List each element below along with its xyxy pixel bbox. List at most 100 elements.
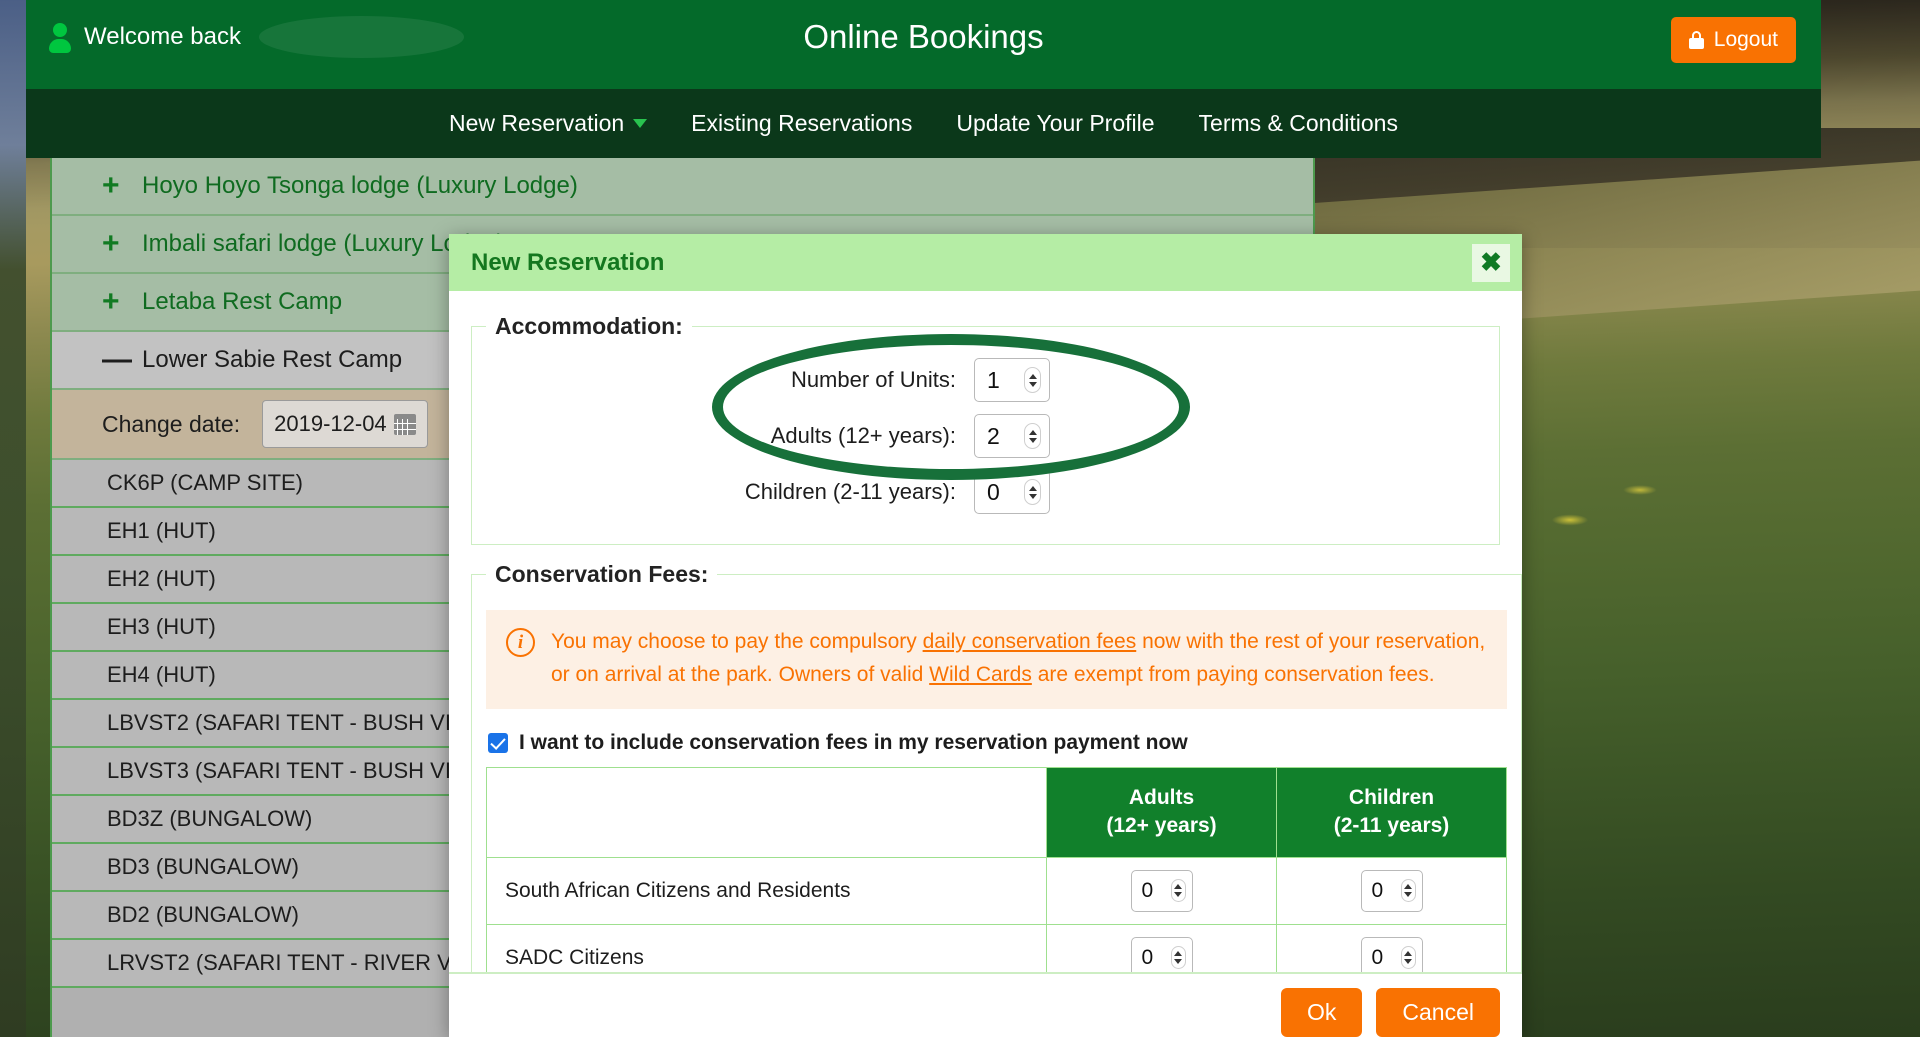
date-value: 2019-12-04 <box>274 411 387 436</box>
cancel-button[interactable]: Cancel <box>1376 988 1500 1037</box>
top-bar: Welcome back Online Bookings Logout <box>26 0 1821 89</box>
collapse-icon: — <box>102 343 132 376</box>
date-input[interactable]: 2019-12-04 <box>262 400 429 448</box>
nav-item-update-your-profile[interactable]: Update Your Profile <box>934 110 1176 137</box>
accordion-item-hoyo-hoyo[interactable]: + Hoyo Hoyo Tsonga lodge (Luxury Lodge) <box>52 158 1313 216</box>
column-header-children: Children (2-11 years) <box>1276 767 1507 858</box>
row-label: SADC Citizens <box>486 923 1047 972</box>
table-header-row: Adults (12+ years) Children (2-11 years) <box>486 767 1507 858</box>
unit-label: LBVST3 (SAFARI TENT - BUSH VIEW) <box>107 758 494 783</box>
input-value: 0 <box>987 478 1000 505</box>
header-line1: Children <box>1348 786 1435 810</box>
accommodation-group: Accommodation: Number of Units: 1 Adults… <box>471 313 1500 545</box>
row-children-cell: 0 <box>1276 856 1507 925</box>
include-fees-checkbox[interactable] <box>488 733 508 754</box>
field-children: Children (2-11 years): 0 <box>486 470 1485 514</box>
main-nav: New Reservation Existing Reservations Up… <box>26 89 1821 158</box>
stepper-icon[interactable] <box>1400 946 1416 970</box>
row-adults-cell: 0 <box>1046 856 1277 925</box>
unit-label: EH4 (HUT) <box>107 662 216 687</box>
unit-label: BD2 (BUNGALOW) <box>107 902 299 927</box>
conservation-info-alert: i You may choose to pay the compulsory d… <box>486 610 1507 710</box>
header-line1: Adults <box>1128 786 1195 810</box>
input-value: 2 <box>987 422 1000 449</box>
row-label: South African Citizens and Residents <box>486 856 1047 925</box>
stepper-icon[interactable] <box>1170 879 1186 903</box>
nav-label: Existing Reservations <box>691 110 913 136</box>
unit-label: LRVST2 (SAFARI TENT - RIVER VIEW) <box>107 950 501 975</box>
column-header-adults: Adults (12+ years) <box>1046 767 1277 858</box>
page-content: Welcome back Online Bookings Logout New … <box>26 0 1821 1037</box>
daily-conservation-fees-link[interactable]: daily conservation fees <box>923 630 1137 653</box>
alert-text: You may choose to pay the compulsory dai… <box>551 626 1487 691</box>
field-adults: Adults (12+ years): 2 <box>486 414 1485 458</box>
logout-label: Logout <box>1713 28 1778 51</box>
modal-title: New Reservation <box>471 248 665 276</box>
stepper-icon[interactable] <box>1024 423 1041 449</box>
header-line2: (12+ years) <box>1106 814 1217 838</box>
header-line2: (2-11 years) <box>1333 814 1450 838</box>
nav-label: Update Your Profile <box>956 110 1155 136</box>
expand-icon: + <box>102 285 120 318</box>
field-label: Adults (12+ years): <box>770 423 956 448</box>
include-fees-label: I want to include conservation fees in m… <box>519 731 1188 755</box>
background-photo-left-strip <box>0 0 26 1037</box>
unit-label: EH2 (HUT) <box>107 566 216 591</box>
wild-cards-link[interactable]: Wild Cards <box>929 663 1032 686</box>
sadc-citizens-adults-input[interactable]: 0 <box>1130 936 1193 972</box>
nav-item-existing-reservations[interactable]: Existing Reservations <box>669 110 934 137</box>
adults-input[interactable]: 2 <box>974 414 1050 458</box>
alert-part1: You may choose to pay the compulsory <box>551 630 923 653</box>
accommodation-legend: Accommodation: <box>495 313 683 339</box>
number-of-units-input[interactable]: 1 <box>974 358 1050 402</box>
logout-button[interactable]: Logout <box>1670 17 1796 63</box>
page-title: Online Bookings <box>803 18 1044 55</box>
input-value: 0 <box>1141 945 1154 969</box>
expand-icon: + <box>102 169 120 202</box>
lock-icon <box>1688 31 1704 49</box>
screen-root: Welcome back Online Bookings Logout New … <box>0 0 1920 1037</box>
modal-header: New Reservation ✖ <box>449 234 1522 291</box>
stepper-icon[interactable] <box>1170 946 1186 970</box>
row-children-cell: 0 <box>1276 923 1507 972</box>
accordion-label: Lower Sabie Rest Camp <box>142 346 403 373</box>
unit-label: BD3 (BUNGALOW) <box>107 854 299 879</box>
ok-button[interactable]: Ok <box>1281 988 1363 1037</box>
modal-body: Accommodation: Number of Units: 1 Adults… <box>449 291 1522 972</box>
field-label: Children (2-11 years): <box>744 479 956 504</box>
nav-item-terms-conditions[interactable]: Terms & Conditions <box>1177 110 1420 137</box>
sa-citizens-children-input[interactable]: 0 <box>1360 869 1423 912</box>
input-value: 0 <box>1141 878 1154 902</box>
field-number-of-units: Number of Units: 1 <box>486 358 1485 402</box>
field-label: Number of Units: <box>790 367 956 392</box>
stepper-icon[interactable] <box>1024 367 1041 393</box>
sadc-citizens-children-input[interactable]: 0 <box>1360 936 1423 972</box>
calendar-icon[interactable] <box>394 413 417 435</box>
column-header-blank <box>486 767 1047 858</box>
accommodation-fields: Number of Units: 1 Adults (12+ years): 2 <box>486 348 1485 514</box>
change-date-label: Change date: <box>102 410 241 437</box>
sa-citizens-adults-input[interactable]: 0 <box>1130 869 1193 912</box>
info-icon: i <box>506 628 535 657</box>
unit-label: EH3 (HUT) <box>107 614 216 639</box>
modal-footer: Ok Cancel <box>449 972 1522 1037</box>
accordion-label: Hoyo Hoyo Tsonga lodge (Luxury Lodge) <box>142 172 578 199</box>
unit-label: CK6P (CAMP SITE) <box>107 470 304 495</box>
include-fees-checkbox-row: I want to include conservation fees in m… <box>488 731 1507 755</box>
unit-label: BD3Z (BUNGALOW) <box>107 806 313 831</box>
table-row: SADC Citizens 0 0 <box>486 923 1507 972</box>
unit-label: EH1 (HUT) <box>107 518 216 543</box>
alert-part3: are exempt from paying conservation fees… <box>1031 662 1435 686</box>
row-adults-cell: 0 <box>1046 923 1277 972</box>
conservation-fees-group: Conservation Fees: i You may choose to p… <box>471 561 1522 972</box>
stepper-icon[interactable] <box>1024 479 1041 505</box>
close-icon[interactable]: ✖ <box>1472 243 1510 282</box>
expand-icon: + <box>102 227 120 260</box>
stepper-icon[interactable] <box>1400 879 1416 903</box>
input-value: 0 <box>1371 945 1384 969</box>
unit-label: LBVST2 (SAFARI TENT - BUSH VIEW) <box>107 710 494 735</box>
conservation-legend: Conservation Fees: <box>495 561 709 587</box>
children-input[interactable]: 0 <box>974 470 1050 514</box>
nav-item-new-reservation[interactable]: New Reservation <box>427 110 669 137</box>
conservation-fees-table: Adults (12+ years) Children (2-11 years) <box>486 767 1507 972</box>
